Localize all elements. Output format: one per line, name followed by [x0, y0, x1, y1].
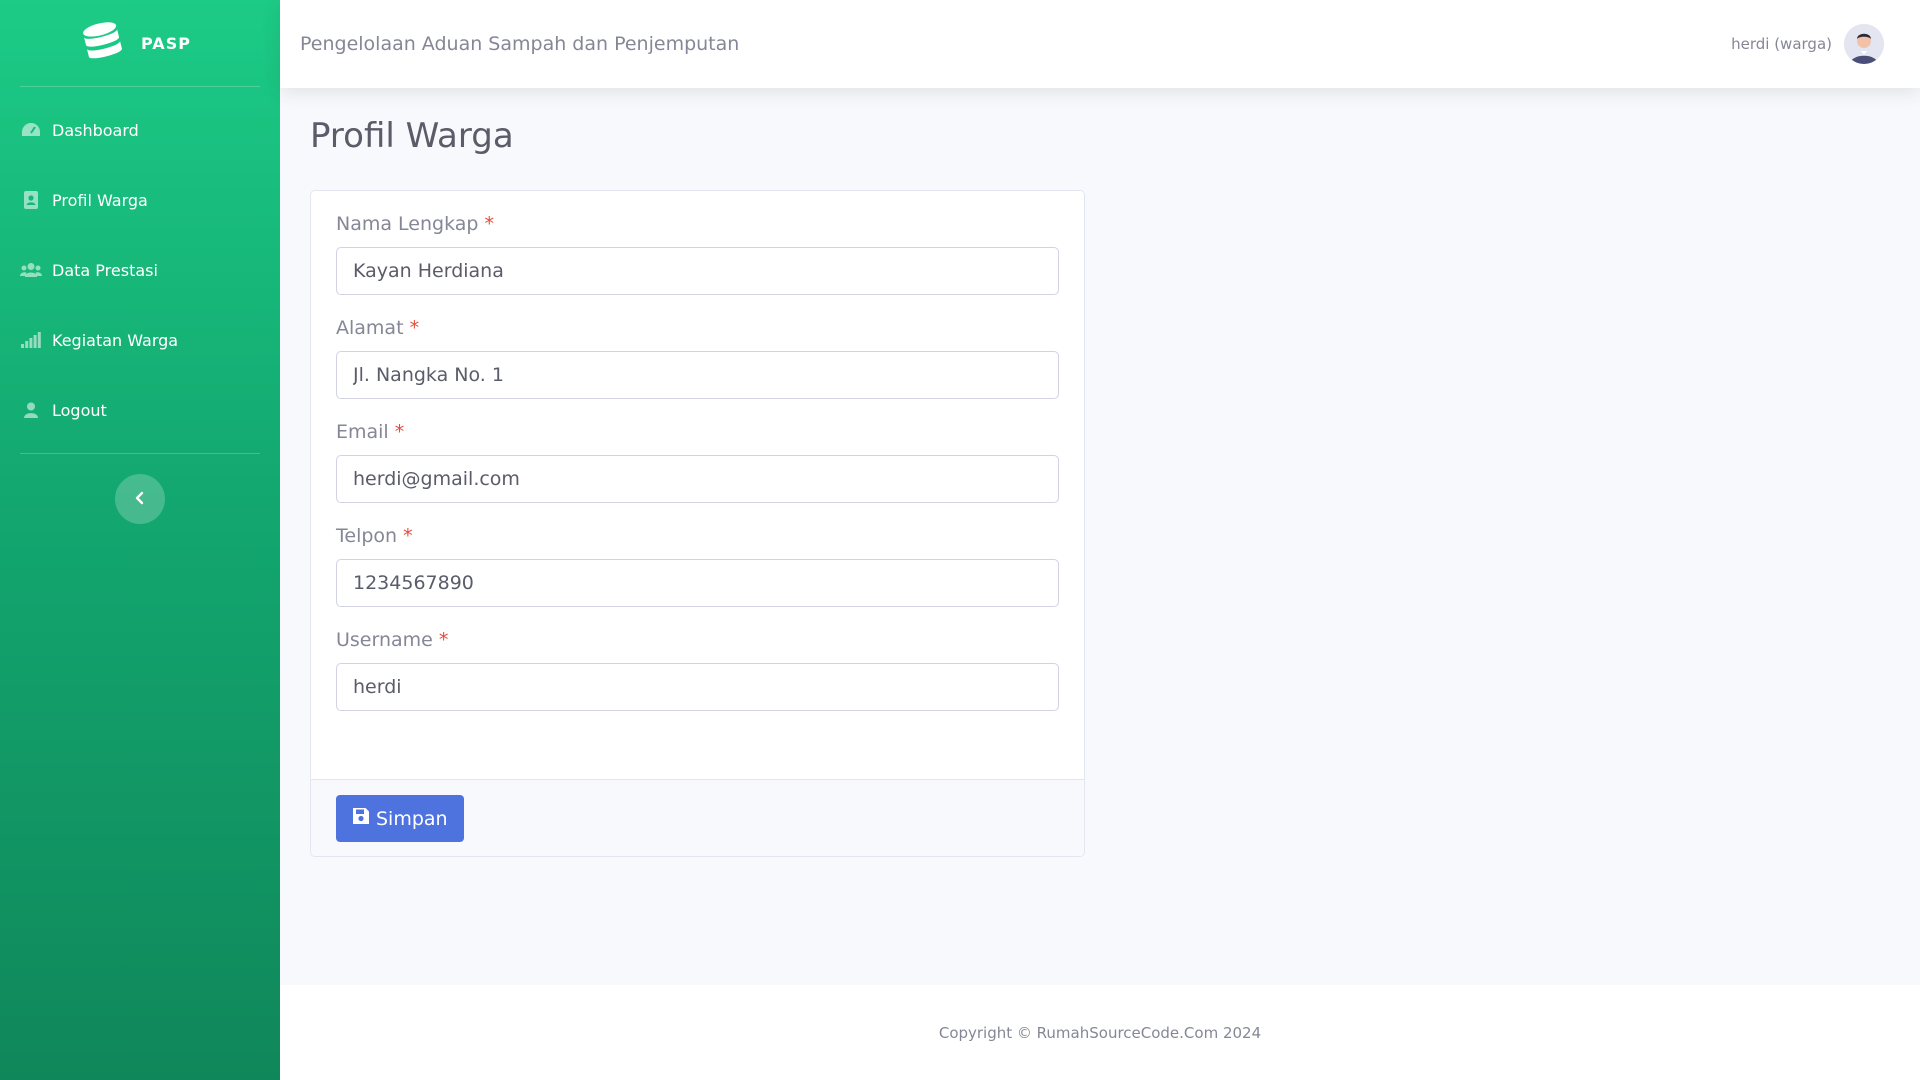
users-icon: [20, 261, 42, 279]
form-group-telpon: Telpon *: [336, 525, 1059, 607]
form-group-alamat: Alamat *: [336, 317, 1059, 399]
field-label: Nama Lengkap *: [336, 213, 495, 235]
signal-icon: [20, 331, 42, 349]
email-field[interactable]: [336, 455, 1059, 503]
user-name: herdi (warga): [1731, 35, 1832, 53]
sidebar-toggle-wrap: [0, 474, 280, 524]
field-label: Telpon *: [336, 525, 413, 547]
app-title: Pengelolaan Aduan Sampah dan Penjemputan: [300, 33, 740, 55]
required-mark: *: [394, 421, 405, 443]
sidebar-divider: [20, 453, 260, 454]
sidebar-item-label: Dashboard: [52, 120, 139, 140]
sidebar-toggle-button[interactable]: [115, 474, 165, 524]
page-title: Profil Warga: [310, 116, 514, 156]
card-footer: Simpan: [311, 779, 1084, 856]
required-mark: *: [484, 213, 495, 235]
chevron-left-icon: [134, 490, 146, 509]
sidebar: PASP Dashboard Profil Warga Data Prestas…: [0, 0, 280, 1080]
sidebar-item-dashboard[interactable]: Dashboard: [0, 95, 280, 165]
sidebar-item-label: Profil Warga: [52, 190, 148, 210]
topbar: Pengelolaan Aduan Sampah dan Penjemputan…: [280, 0, 1920, 88]
field-label: Alamat *: [336, 317, 420, 339]
database-icon: [79, 19, 127, 67]
save-button[interactable]: Simpan: [336, 795, 464, 842]
form-group-username: Username *: [336, 629, 1059, 711]
user-menu[interactable]: herdi (warga): [1731, 24, 1900, 64]
username-input[interactable]: [336, 663, 1059, 711]
copyright-text: Copyright © RumahSourceCode.Com 2024: [938, 1023, 1262, 1042]
sidebar-item-profil-warga[interactable]: Profil Warga: [0, 165, 280, 235]
card-body: Nama Lengkap * Alamat * Email * Telpon *…: [311, 191, 1084, 779]
brand[interactable]: PASP: [0, 0, 280, 86]
avatar[interactable]: [1844, 24, 1884, 64]
form-group-email: Email *: [336, 421, 1059, 503]
brand-name: PASP: [141, 33, 191, 53]
required-mark: *: [403, 525, 413, 547]
required-mark: *: [409, 317, 420, 339]
alamat-input[interactable]: [336, 351, 1059, 399]
required-mark: *: [438, 629, 449, 651]
profile-form-card: Nama Lengkap * Alamat * Email * Telpon *…: [310, 190, 1085, 857]
save-icon: [352, 807, 370, 830]
user-icon: [20, 401, 42, 419]
field-label: Username *: [336, 629, 449, 651]
sidebar-item-logout[interactable]: Logout: [0, 375, 280, 445]
sidebar-nav: Dashboard Profil Warga Data Prestasi Keg…: [0, 87, 280, 453]
nama-lengkap-input[interactable]: [336, 247, 1059, 295]
telpon-input[interactable]: [336, 559, 1059, 607]
sidebar-item-data-prestasi[interactable]: Data Prestasi: [0, 235, 280, 305]
sidebar-item-label: Kegiatan Warga: [52, 330, 179, 350]
address-book-icon: [20, 191, 42, 209]
save-button-label: Simpan: [376, 807, 448, 830]
sidebar-item-label: Logout: [52, 400, 107, 420]
sidebar-item-label: Data Prestasi: [52, 260, 158, 280]
sidebar-item-kegiatan-warga[interactable]: Kegiatan Warga: [0, 305, 280, 375]
tachometer-icon: [20, 121, 42, 139]
footer: Copyright © RumahSourceCode.Com 2024: [280, 985, 1920, 1080]
form-group-nama: Nama Lengkap *: [336, 213, 1059, 295]
field-label: Email *: [336, 421, 405, 443]
